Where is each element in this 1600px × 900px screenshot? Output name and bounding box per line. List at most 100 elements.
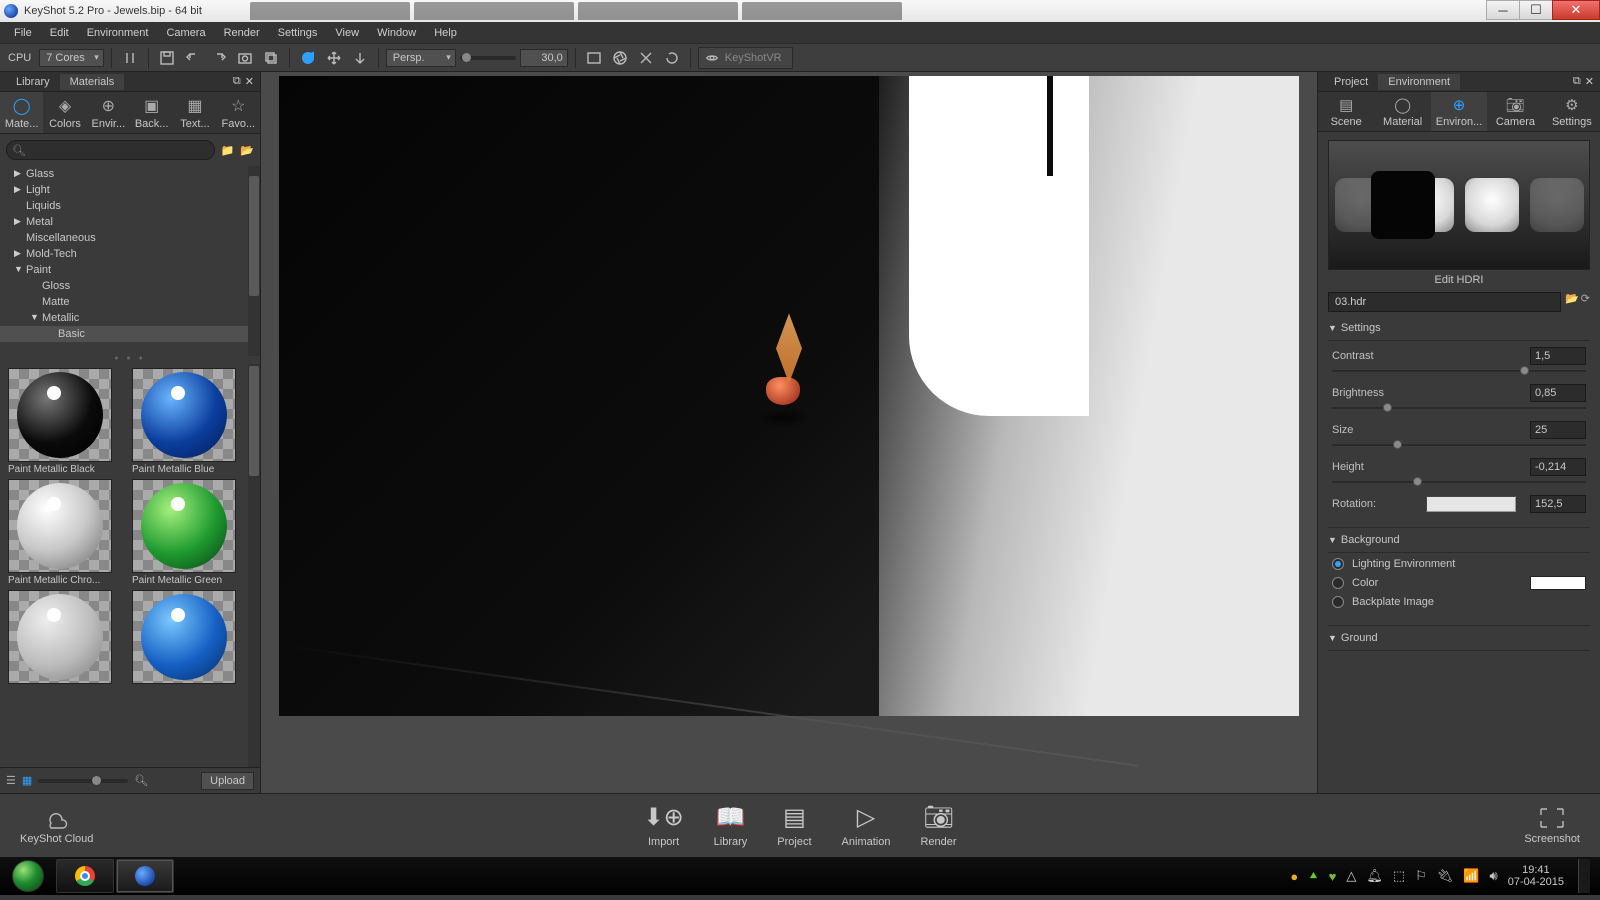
keyshot-cloud-button[interactable]: KeyShot Cloud [20, 807, 93, 845]
tree-scrollbar[interactable] [248, 166, 260, 356]
menu-environment[interactable]: Environment [79, 24, 157, 42]
action-import[interactable]: ⬇⊕Import [643, 803, 683, 848]
menu-file[interactable]: File [6, 24, 40, 42]
scene-object-jewel[interactable] [766, 313, 812, 427]
library-tab-favorites[interactable]: ☆Favo... [217, 92, 260, 133]
edit-hdri-button[interactable]: Edit HDRI [1318, 274, 1600, 292]
size-value[interactable]: 25 [1530, 421, 1586, 439]
tree-item[interactable]: Gloss [0, 278, 260, 294]
tree-item[interactable]: Basic [0, 326, 260, 342]
action-render[interactable]: 📷︎Render [920, 803, 956, 848]
material-thumbnail[interactable]: Paint Metallic Blue [132, 368, 246, 475]
refresh-button[interactable] [297, 47, 319, 69]
panel-popout-icon[interactable]: ⧉ [233, 75, 241, 88]
show-desktop-button[interactable] [1578, 859, 1590, 893]
library-tab-colors[interactable]: ◈Colors [43, 92, 86, 133]
material-thumbnail[interactable] [132, 590, 246, 686]
height-value[interactable]: -0,214 [1530, 458, 1586, 476]
bg-color-radio[interactable]: Color [1318, 573, 1600, 593]
project-tab-scene[interactable]: ▤Scene [1318, 92, 1374, 131]
tray-icon[interactable]: ⯅ [1308, 868, 1318, 884]
menu-camera[interactable]: Camera [158, 24, 213, 42]
thumbs-scrollbar[interactable] [248, 364, 260, 767]
rotation-preview[interactable] [1426, 496, 1516, 512]
action-animation[interactable]: ▷Animation [842, 803, 891, 848]
brightness-slider[interactable] [1332, 405, 1586, 411]
window-maximize-button[interactable]: ☐ [1519, 0, 1553, 20]
undo-button[interactable] [182, 47, 204, 69]
aperture-icon[interactable] [609, 47, 631, 69]
tray-icon[interactable]: △ [1346, 868, 1356, 884]
library-tab-backplates[interactable]: ▣Back... [130, 92, 173, 133]
project-environment-tab[interactable]: Environment [1378, 74, 1460, 90]
size-slider[interactable] [1332, 442, 1586, 448]
reload-hdr-icon[interactable]: ⟳ [1581, 292, 1590, 312]
menu-help[interactable]: Help [426, 24, 465, 42]
tree-item[interactable]: ▶Light [0, 182, 260, 198]
tray-clock[interactable]: 19:41 07-04-2015 [1508, 864, 1564, 888]
bg-lighting-radio[interactable]: Lighting Environment [1318, 555, 1600, 573]
contrast-value[interactable]: 1,5 [1530, 347, 1586, 365]
project-tab-camera[interactable]: 📷︎Camera [1487, 92, 1543, 131]
bg-color-swatch[interactable] [1530, 576, 1586, 590]
tray-icon[interactable]: ● [1290, 869, 1298, 884]
section-settings[interactable]: ▼Settings [1318, 318, 1600, 338]
window-minimize-button[interactable]: ─ [1486, 0, 1520, 20]
tray-icon[interactable]: ⬚ [1393, 868, 1405, 884]
section-background[interactable]: ▼Background [1318, 530, 1600, 550]
browse-hdr-icon[interactable]: 📂 [1565, 292, 1579, 312]
tree-item[interactable]: ▶Mold-Tech [0, 246, 260, 262]
project-tab-material[interactable]: ◯Material [1374, 92, 1430, 131]
tree-item[interactable]: ▶Metal [0, 214, 260, 230]
open-folder-icon[interactable]: 📂 [240, 144, 254, 157]
save-button[interactable] [156, 47, 178, 69]
tray-power-icon[interactable]: 🔌︎ [1437, 868, 1454, 884]
redo-button[interactable] [208, 47, 230, 69]
panel-popout-icon[interactable]: ⧉ [1573, 75, 1581, 88]
start-button[interactable] [2, 859, 54, 893]
move-down-button[interactable] [349, 47, 371, 69]
material-thumbnail[interactable]: Paint Metallic Green [132, 479, 246, 586]
render-viewport[interactable] [261, 72, 1317, 793]
height-slider[interactable] [1332, 479, 1586, 485]
hdr-file-input[interactable] [1328, 292, 1561, 312]
menu-render[interactable]: Render [216, 24, 268, 42]
tray-wifi-icon[interactable]: 📶 [1463, 868, 1479, 884]
material-thumbnail[interactable] [8, 590, 122, 686]
taskbar-keyshot[interactable] [116, 859, 174, 893]
action-library[interactable]: 📖Library [714, 803, 748, 848]
tray-icon[interactable]: ♥ [1329, 869, 1337, 884]
library-panel-title[interactable]: Library [6, 74, 60, 90]
action-project[interactable]: ▤Project [777, 803, 811, 848]
tree-item[interactable]: ▶Glass [0, 166, 260, 182]
tree-item[interactable]: Matte [0, 294, 260, 310]
region-button[interactable] [583, 47, 605, 69]
menu-settings[interactable]: Settings [270, 24, 326, 42]
project-tab-environment[interactable]: ⊕Environ... [1431, 92, 1487, 131]
pause-button[interactable] [119, 47, 141, 69]
lock-view-button[interactable] [635, 47, 657, 69]
move-tool-button[interactable] [323, 47, 345, 69]
splitter-handle[interactable]: ● ● ● [0, 356, 260, 364]
fov-slider[interactable] [460, 56, 516, 60]
section-ground[interactable]: ▼Ground [1318, 628, 1600, 648]
panel-close-icon[interactable]: ✕ [1585, 75, 1594, 88]
project-panel-title[interactable]: Project [1324, 74, 1378, 90]
panel-close-icon[interactable]: ✕ [245, 75, 254, 88]
material-thumbnail[interactable]: Paint Metallic Chro... [8, 479, 122, 586]
library-tab-environments[interactable]: ⊕Envir... [87, 92, 130, 133]
tree-item[interactable]: ▼Paint [0, 262, 260, 278]
cpu-cores-combo[interactable]: 7 Cores [39, 49, 104, 67]
keyshot-vr-button[interactable]: KeyShotVR [698, 47, 793, 69]
bg-backplate-radio[interactable]: Backplate Image [1318, 593, 1600, 611]
menu-edit[interactable]: Edit [42, 24, 77, 42]
hdri-preview[interactable] [1328, 140, 1590, 270]
tray-volume-icon[interactable]: 🔊︎ [1490, 868, 1498, 884]
list-view-icon[interactable]: ☰ [6, 774, 16, 787]
thumb-size-slider[interactable] [38, 779, 128, 783]
library-materials-tab[interactable]: Materials [60, 74, 125, 90]
camera-combo[interactable]: Persp. [386, 49, 456, 67]
contrast-slider[interactable] [1332, 368, 1586, 374]
new-folder-icon[interactable]: 📁 [221, 144, 235, 157]
screenshot-tool-button[interactable] [234, 47, 256, 69]
